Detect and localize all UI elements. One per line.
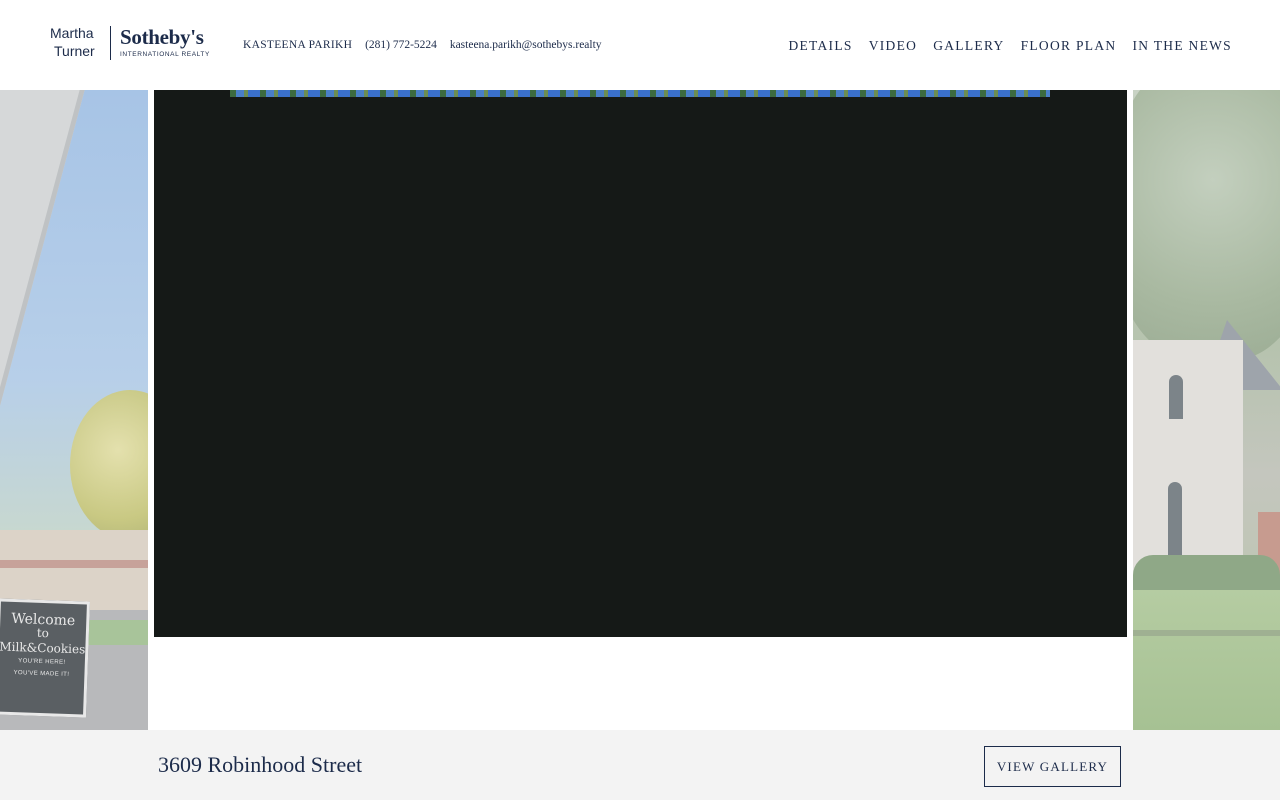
logo-martha-turner: Martha Turner bbox=[50, 24, 95, 60]
property-address: 3609 Robinhood Street bbox=[158, 752, 363, 777]
nav-gallery[interactable]: GALLERY bbox=[933, 38, 1004, 54]
sign-line5: YOU'VE MADE IT! bbox=[13, 670, 70, 678]
logo-brand: Sotheby's bbox=[120, 25, 204, 49]
tree-image bbox=[1133, 90, 1280, 360]
sign-line3: Milk&Cookies bbox=[0, 639, 86, 657]
logo-line1: Martha bbox=[50, 25, 94, 41]
carousel-slide-next[interactable] bbox=[1133, 90, 1280, 730]
logo-sothebys: Sotheby's INTERNATIONAL REALTY bbox=[120, 24, 210, 58]
lawn-edge bbox=[1133, 630, 1280, 636]
nav-in-the-news[interactable]: IN THE NEWS bbox=[1132, 38, 1232, 54]
main-nav: DETAILS VIDEO GALLERY FLOOR PLAN IN THE … bbox=[788, 38, 1232, 54]
tree-image bbox=[70, 390, 148, 540]
grass-image bbox=[80, 620, 148, 645]
agent-phone[interactable]: (281) 772-5224 bbox=[365, 39, 437, 51]
agent-email[interactable]: kasteena.parikh@sothebys.realty bbox=[450, 39, 602, 51]
video-player[interactable] bbox=[154, 90, 1127, 637]
agent-name: KASTEENA PARIKH bbox=[243, 39, 353, 51]
nav-details[interactable]: DETAILS bbox=[788, 38, 852, 54]
view-gallery-button[interactable]: VIEW GALLERY bbox=[984, 746, 1121, 787]
logo-divider bbox=[110, 26, 111, 60]
awning-image bbox=[0, 90, 90, 580]
house-image bbox=[1133, 340, 1243, 590]
agent-contact: KASTEENA PARIKH (281) 772-5224 kasteena.… bbox=[243, 39, 612, 51]
welcome-sign: Welcome to Milk&Cookies YOU'RE HERE! YOU… bbox=[0, 598, 90, 718]
lawn-image bbox=[1133, 590, 1280, 730]
video-top-edge bbox=[230, 90, 1050, 97]
logo-subtitle: INTERNATIONAL REALTY bbox=[120, 51, 210, 58]
sothebys-logo[interactable]: Martha Turner Sotheby's INTERNATIONAL RE… bbox=[50, 24, 212, 64]
logo-line2: Turner bbox=[54, 43, 95, 59]
nav-video[interactable]: VIDEO bbox=[869, 38, 918, 54]
window-image bbox=[1169, 375, 1183, 419]
shrubs-image bbox=[1133, 555, 1280, 595]
site-header: Martha Turner Sotheby's INTERNATIONAL RE… bbox=[0, 0, 1280, 90]
building-image bbox=[0, 530, 148, 610]
building-roof bbox=[0, 560, 148, 568]
nav-floor-plan[interactable]: FLOOR PLAN bbox=[1021, 38, 1117, 54]
window-image bbox=[1168, 482, 1182, 558]
carousel-slide-previous[interactable]: Welcome to Milk&Cookies YOU'RE HERE! YOU… bbox=[0, 90, 148, 730]
